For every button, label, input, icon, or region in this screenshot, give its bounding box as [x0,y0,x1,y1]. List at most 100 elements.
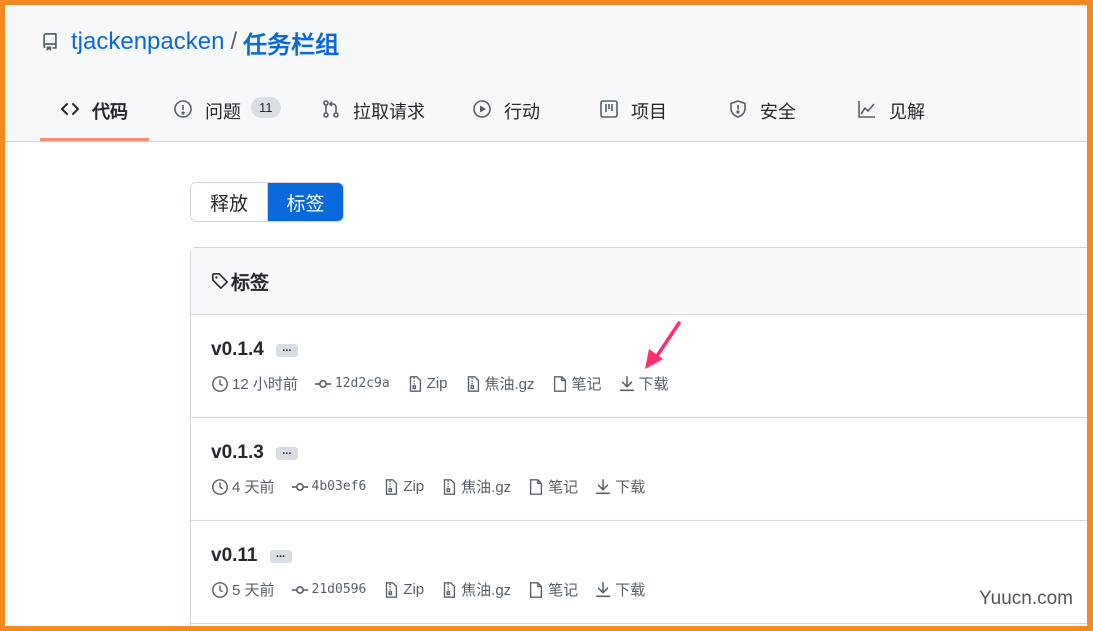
tag-time: 12 小时前 [211,373,298,394]
tag-meta: 5 天前 21d0596 Zip 焦油.gz 笔记 下载 [211,579,661,600]
tab-security[interactable]: 安全 [723,85,854,141]
repo-header: tjackenpacken / 任务栏组 代码 问题 11 拉取请求 行动 项目… [5,5,1087,142]
tag-download-link[interactable]: 下载 [594,476,645,497]
repo-owner-link[interactable]: tjackenpacken [71,28,224,56]
tab-projects[interactable]: 项目 [594,85,723,141]
file-icon [530,581,543,598]
tag-download-link[interactable]: 下载 [594,579,645,600]
repo-breadcrumb: tjackenpacken / 任务栏组 [41,25,339,60]
tag-targz-text: 焦油.gz [461,479,512,496]
tab-projects-label: 项目 [631,102,667,122]
tag-zip-link[interactable]: Zip [382,581,424,599]
tag-notes-text: 笔记 [548,479,579,496]
tag-notes-text: 笔记 [548,582,579,599]
tag-meta: 12 小时前 12d2c9a Zip 焦油.gz 笔记 下载 [211,373,685,394]
tab-issues-label: 问题 [205,102,241,122]
file-icon [530,478,543,495]
tab-pull-requests-label: 拉取请求 [353,102,425,122]
tab-actions-label: 行动 [504,102,540,122]
file-zip-icon [443,478,456,495]
tag-targz-link[interactable]: 焦油.gz [440,476,511,497]
project-icon [600,100,618,118]
tags-box: 标签 v0.1.4 ... 12 小时前 12d2c9a Zip 焦油.gz 笔… [190,247,1087,626]
tag-commit-text: 12d2c9a [334,376,390,391]
tag-meta: 4 天前 4b03ef6 Zip 焦油.gz 笔记 下载 [211,476,661,497]
tag-time-text: 4 天前 [232,479,275,496]
pull-request-icon [323,100,339,118]
tag-commit-text: 21d0596 [311,582,367,597]
tag-download-link[interactable]: 下载 [618,373,669,394]
commit-icon [291,585,308,594]
file-zip-icon [386,478,398,495]
annotation-arrow-icon [645,321,681,369]
tag-version-link[interactable]: v0.1.4 [211,339,264,361]
tab-actions[interactable]: 行动 [466,85,594,141]
tab-pull-requests[interactable]: 拉取请求 [299,85,466,141]
tag-zip-link[interactable]: Zip [406,375,448,393]
clock-icon [212,375,228,392]
shield-icon [730,100,746,118]
tab-code[interactable]: 代码 [40,85,149,141]
file-zip-icon [409,375,421,392]
code-icon [61,103,79,115]
tab-issues[interactable]: 问题 11 [149,85,299,141]
tag-targz-text: 焦油.gz [484,376,535,393]
commit-icon [314,379,331,388]
clock-icon [212,478,228,495]
tab-security-label: 安全 [760,102,796,122]
tag-icon [211,272,229,290]
clock-icon [212,581,228,598]
tag-notes-link[interactable]: 笔记 [527,579,578,600]
tab-insights[interactable]: 见解 [854,85,964,141]
tab-code-label: 代码 [92,102,128,122]
tag-commit-text: 4b03ef6 [311,479,367,494]
tag-time-text: 12 小时前 [232,376,298,393]
tag-version-link[interactable]: v0.11 [211,545,258,567]
tag-time: 5 天前 [211,579,275,600]
tag-commit-link[interactable]: 21d0596 [291,581,367,599]
tag-download-text: 下载 [615,479,646,496]
download-icon [596,581,611,597]
play-icon [473,100,491,118]
screenshot-frame: tjackenpacken / 任务栏组 代码 问题 11 拉取请求 行动 项目… [0,0,1093,631]
file-zip-icon [386,581,398,598]
tag-row: v0.11 ... 5 天前 21d0596 Zip 焦油.gz 笔记 下载 [191,521,1087,624]
tag-more-button[interactable]: ... [275,342,298,357]
commit-icon [291,482,308,491]
file-zip-icon [443,581,456,598]
tab-insights-label: 见解 [889,102,925,122]
tags-box-header: 标签 [191,248,1087,315]
tag-notes-link[interactable]: 笔记 [551,373,602,394]
issue-icon [174,100,192,118]
tag-zip-link[interactable]: Zip [382,478,424,496]
tag-targz-text: 焦油.gz [461,582,512,599]
tag-zip-text: Zip [426,375,448,392]
tag-notes-text: 笔记 [571,376,602,393]
tag-commit-link[interactable]: 4b03ef6 [291,478,367,496]
tag-more-button[interactable]: ... [275,445,298,460]
download-icon [619,375,634,391]
graph-icon [858,101,875,118]
tag-more-button[interactable]: ... [269,548,292,563]
tag-time: 4 天前 [211,476,275,497]
tags-heading: 标签 [231,272,270,294]
repo-icon [43,33,57,51]
issues-count-badge: 11 [251,97,281,118]
tags-button[interactable]: 标签 [267,183,343,221]
tag-download-text: 下载 [638,376,669,393]
tag-download-text: 下载 [615,582,646,599]
tag-targz-link[interactable]: 焦油.gz [464,373,535,394]
repo-nav-tabs: 代码 问题 11 拉取请求 行动 项目 安全 见解 [40,85,964,141]
tag-zip-text: Zip [403,478,425,495]
tag-version-link[interactable]: v0.1.3 [211,442,264,464]
releases-button[interactable]: 释放 [191,183,267,221]
repo-name-link[interactable]: 任务栏组 [243,25,339,60]
tag-time-text: 5 天前 [232,582,275,599]
file-icon [553,375,566,392]
tag-commit-link[interactable]: 12d2c9a [314,375,390,393]
tag-targz-link[interactable]: 焦油.gz [440,579,511,600]
tag-notes-link[interactable]: 笔记 [527,476,578,497]
watermark: Yuucn.com [979,588,1073,609]
file-zip-icon [467,375,479,392]
tag-zip-text: Zip [403,581,425,598]
